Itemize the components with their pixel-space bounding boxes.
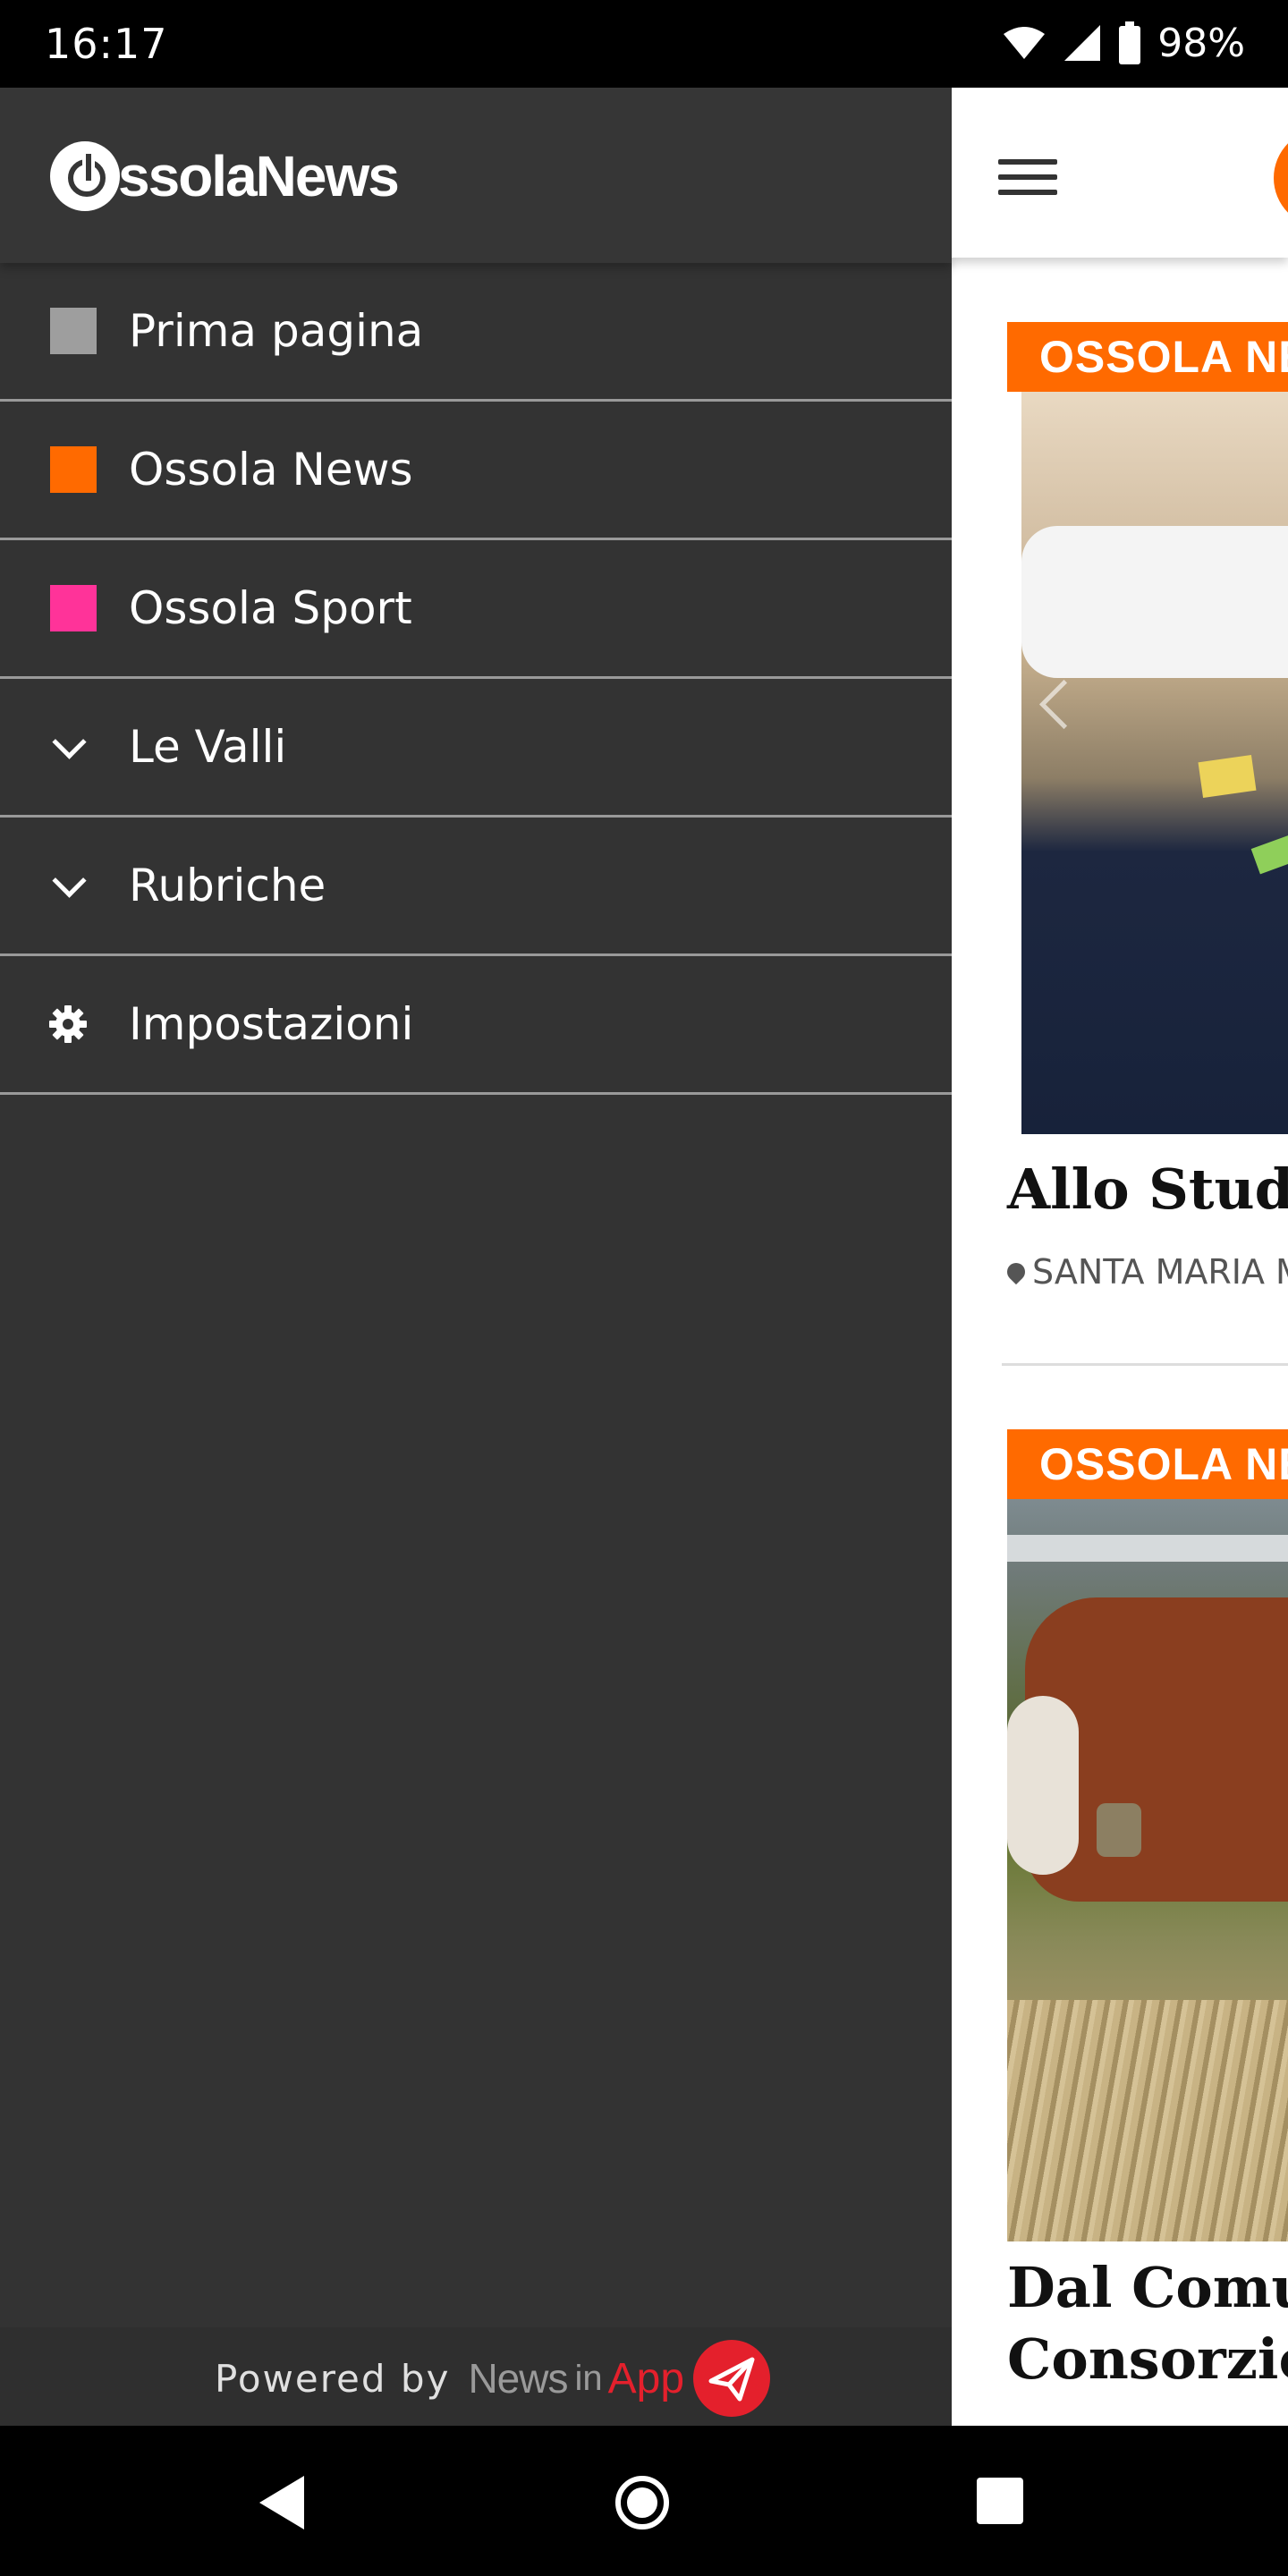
drawer-footer: Powered by News in App bbox=[0, 2327, 952, 2426]
app-logo-icon bbox=[1274, 129, 1288, 227]
menu-item-impostazioni[interactable]: Impostazioni bbox=[0, 956, 952, 1095]
powered-by-newsinapp[interactable]: Powered by News in App bbox=[215, 2340, 771, 2417]
category-color-square-icon bbox=[50, 446, 97, 493]
hamburger-menu-icon[interactable] bbox=[998, 159, 1057, 195]
menu-item-ossola-news[interactable]: Ossola News bbox=[0, 402, 952, 540]
article-location: SANTA MARIA M bbox=[1003, 1252, 1288, 1292]
app-toolbar bbox=[952, 88, 1288, 258]
brand-news-text: News bbox=[468, 2355, 568, 2402]
gear-icon bbox=[49, 1005, 87, 1043]
category-color-square-icon bbox=[50, 308, 97, 354]
battery-percent: 98% bbox=[1157, 20, 1245, 66]
menu-item-label: Prima pagina bbox=[129, 305, 424, 357]
location-pin-icon bbox=[1003, 1258, 1030, 1285]
location-text: SANTA MARIA M bbox=[1032, 1252, 1288, 1292]
chevron-down-icon bbox=[52, 863, 87, 898]
system-navigation-bar bbox=[0, 2426, 1288, 2576]
article-image[interactable] bbox=[1007, 1499, 1288, 2241]
menu-item-label: Ossola News bbox=[129, 444, 413, 496]
status-time: 16:17 bbox=[45, 20, 168, 68]
wifi-icon bbox=[1004, 27, 1046, 59]
carousel-prev-icon[interactable] bbox=[1038, 679, 1089, 730]
drawer-menu: Prima pagina Ossola News Ossola Sport Le… bbox=[0, 263, 952, 1095]
paper-plane-icon bbox=[693, 2340, 771, 2417]
article-image[interactable] bbox=[1021, 392, 1288, 1134]
chevron-down-icon bbox=[52, 724, 87, 759]
article-headline[interactable]: Dal Comun Consorzio bbox=[1007, 2252, 1288, 2395]
powered-by-text: Powered by bbox=[215, 2356, 451, 2401]
menu-item-prima-pagina[interactable]: Prima pagina bbox=[0, 263, 952, 402]
brand-in-text: in bbox=[574, 2358, 603, 2398]
feed-divider bbox=[1002, 1363, 1288, 1366]
menu-item-ossola-sport[interactable]: Ossola Sport bbox=[0, 540, 952, 679]
status-icons: 98% bbox=[1002, 18, 1245, 68]
headline-line-1: Dal Comun bbox=[1007, 2255, 1288, 2320]
power-logo-icon bbox=[50, 141, 120, 211]
headline-line-2: Consorzio bbox=[1007, 2326, 1288, 2392]
news-feed: OSSOLA NE Allo Studio SANTA MARIA M OSSO… bbox=[952, 88, 1288, 2426]
menu-item-le-valli[interactable]: Le Valli bbox=[0, 679, 952, 818]
article-headline[interactable]: Allo Studio bbox=[1007, 1154, 1288, 1225]
home-icon[interactable] bbox=[615, 2476, 669, 2529]
category-color-square-icon bbox=[50, 585, 97, 631]
brand-app-text: App bbox=[607, 2354, 685, 2402]
menu-item-rubriche[interactable]: Rubriche bbox=[0, 818, 952, 956]
drawer-header: ssolaNews bbox=[0, 88, 952, 263]
menu-item-label: Impostazioni bbox=[129, 998, 414, 1050]
status-bar: 16:17 98% bbox=[0, 0, 1288, 88]
menu-item-label: Rubriche bbox=[129, 860, 326, 911]
menu-item-label: Le Valli bbox=[129, 721, 287, 773]
navigation-drawer: ssolaNews Prima pagina Ossola News Ossol… bbox=[0, 88, 952, 2426]
battery-icon bbox=[1119, 21, 1141, 64]
logo-text: ssolaNews bbox=[118, 144, 400, 208]
category-tag: OSSOLA NE bbox=[1007, 322, 1288, 392]
signal-icon bbox=[1064, 25, 1101, 61]
back-icon[interactable] bbox=[259, 2476, 304, 2529]
menu-item-label: Ossola Sport bbox=[129, 582, 412, 634]
category-tag: OSSOLA NE bbox=[1007, 1429, 1288, 1499]
recents-icon[interactable] bbox=[977, 2478, 1023, 2524]
ossolanews-logo[interactable]: ssolaNews bbox=[50, 138, 400, 215]
